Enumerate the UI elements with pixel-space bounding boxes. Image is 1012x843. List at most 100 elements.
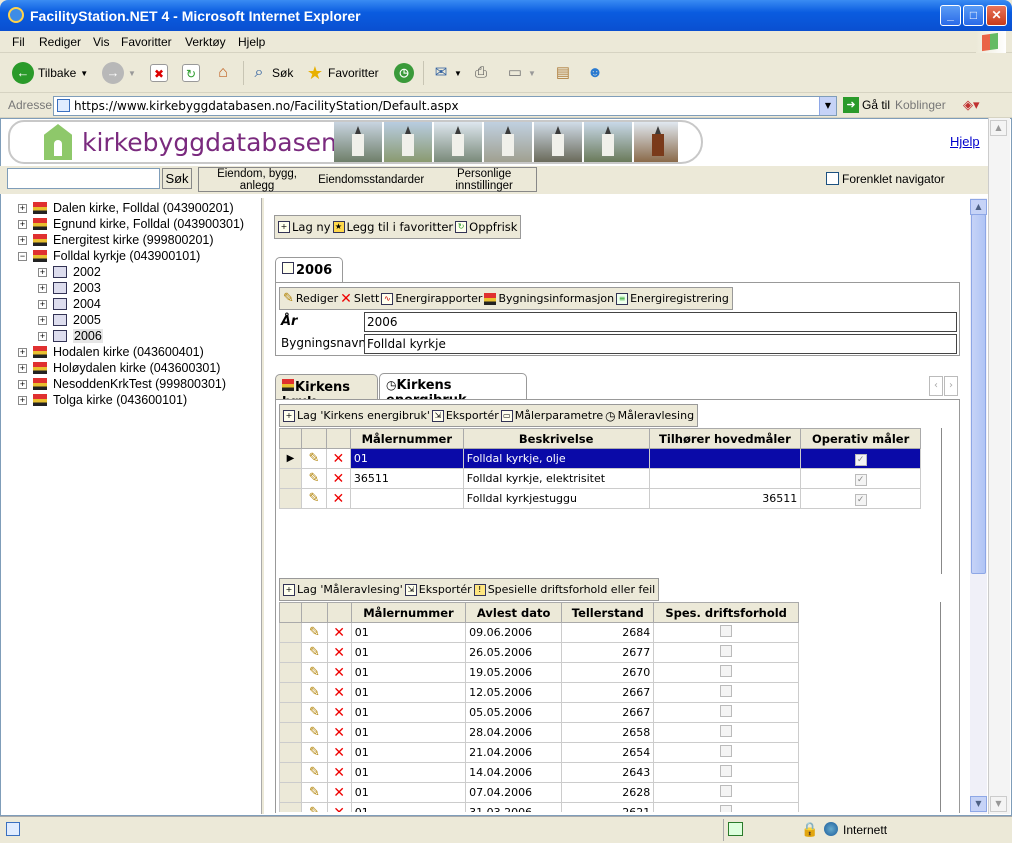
outer-scrollbar[interactable] [988,118,1010,814]
back-button[interactable]: ← Tilbake ▼ [12,61,88,85]
stop-button[interactable]: ✖ [150,61,168,85]
simplified-navigator-toggle[interactable]: Forenklet navigator [826,172,945,186]
tab-scroll-left[interactable]: ‹ [929,376,943,396]
expand-icon[interactable]: + [38,267,47,277]
special-conditions-button[interactable]: Spesielle driftsforhold eller feil [488,583,656,596]
energy-registration-button[interactable]: Energiregistrering [630,292,729,305]
delete-button[interactable]: Slett [354,292,379,305]
expand-icon[interactable]: + [18,395,27,405]
tree-item[interactable]: + Egnund kirke, Folldal (043900301) [18,216,244,232]
minimize-button[interactable]: _ [940,5,961,26]
edit-row-button[interactable]: ✎ [301,762,328,783]
delete-row-button[interactable]: ✕ [326,702,352,723]
table-row[interactable]: ✎ ✕ 01 09.06.2006 2684 [279,622,799,643]
new-energy-use-button[interactable]: Lag 'Kirkens energibruk' [297,409,430,422]
column-header[interactable]: Operativ måler [800,428,921,449]
favorites-button[interactable]: ★ Favoritter [306,61,379,85]
new-reading-button[interactable]: Lag 'Måleravlesing' [297,583,403,596]
tree-item[interactable]: + Holøydalen kirke (043600301) [18,360,220,376]
edit-row-button[interactable]: ✎ [301,642,328,663]
edit-row-button[interactable]: ✎ [301,782,328,803]
meter-parameters-button[interactable]: Målerparametre [515,409,603,422]
table-row[interactable]: ✎ ✕ 01 14.04.2006 2643 [279,762,799,783]
edit-row-button[interactable]: ✎ [300,488,327,509]
tree-year-item-selected[interactable]: +2006 [38,328,103,344]
expand-icon[interactable]: + [38,315,47,325]
expand-icon[interactable]: + [38,283,47,293]
delete-row-button[interactable]: ✕ [326,682,352,703]
delete-row-button[interactable]: ✕ [326,622,352,643]
tree-item[interactable]: + Hodalen kirke (043600401) [18,344,204,360]
outer-scroll-down[interactable]: ▼ [990,796,1007,812]
table-row[interactable]: ✎ ✕ Folldal kyrkjestuggu 36511 ✓ [279,488,921,509]
tree-year-item[interactable]: +2003 [38,280,101,296]
edit-row-button[interactable]: ✎ [301,802,328,812]
table-row-selected[interactable]: ▶ ✎ ✕ 01 Folldal kyrkje, olje ✓ [279,448,921,469]
simplified-navigator-checkbox[interactable] [826,172,839,185]
tab-year-record[interactable]: 2006 [275,257,343,283]
column-header[interactable]: Tilhører hovedmåler [648,428,802,449]
collapse-icon[interactable]: − [18,251,27,261]
building-info-button[interactable]: Bygningsinformasjon [498,292,614,305]
export-meters-button[interactable]: Eksportér [446,409,499,422]
table-row[interactable]: ✎ ✕ 0131.03.20062621 [279,802,799,812]
expand-icon[interactable]: + [38,331,47,341]
scrollbar-thumb[interactable] [971,214,986,574]
tree-item[interactable]: + Dalen kirke, Folldal (043900201) [18,200,234,216]
edit-row-button[interactable]: ✎ [301,742,328,763]
delete-row-button[interactable]: ✕ [326,782,352,803]
messenger-button[interactable]: ☻ [586,61,604,85]
delete-row-button[interactable]: ✕ [326,762,352,783]
close-button[interactable]: ✕ [986,5,1007,26]
tab-scroll-right[interactable]: › [944,376,958,396]
edit-button[interactable]: ▭ ▼ [506,61,536,85]
delete-row-button[interactable]: ✕ [326,722,352,743]
refresh-page-button[interactable]: Oppfrisk [469,220,517,234]
expand-icon[interactable]: + [38,299,47,309]
edit-row-button[interactable]: ✎ [300,448,327,469]
delete-row-button[interactable]: ✕ [325,448,351,469]
address-input[interactable]: https://www.kirkebyggdatabasen.no/Facili… [53,96,837,116]
table-row[interactable]: ✎ ✕ 01 12.05.2006 2667 [279,682,799,703]
delete-row-button[interactable]: ✕ [326,642,352,663]
edit-row-button[interactable]: ✎ [301,622,328,643]
lock-icon[interactable]: 🔒 [801,821,818,838]
maximize-button[interactable]: □ [963,5,984,26]
menu-file[interactable]: Fil [12,35,25,49]
search-button[interactable]: ⌕ Søk [250,61,294,85]
table-row[interactable]: ✎ ✕ 01 28.04.2006 2658 [279,722,799,743]
search-submit-button[interactable]: Søk [162,168,192,189]
print-button[interactable]: ⎙ [472,61,490,85]
tree-year-item[interactable]: +2005 [38,312,101,328]
export-readings-button[interactable]: Eksportér [419,583,472,596]
home-button[interactable]: ⌂ [214,61,232,85]
tab-church-energy[interactable]: ◷Kirkens energibruk [379,373,527,408]
table-row[interactable]: ✎ ✕ 01 21.04.2006 2654 [279,742,799,763]
tree-item[interactable]: + NesoddenKrkTest (999800301) [18,376,226,392]
toolbar-extension-icon[interactable]: ◈▾ [963,97,980,113]
table-row[interactable]: ✎ ✕ 01 26.05.2006 2677 [279,642,799,663]
new-button[interactable]: Lag ny [292,220,331,234]
edit-row-button[interactable]: ✎ [301,682,328,703]
links-label[interactable]: Koblinger [895,98,946,112]
table-row[interactable]: ✎ ✕ 01 07.04.2006 2628 [279,782,799,803]
go-button[interactable]: ➜ Gå til [843,97,890,113]
column-header[interactable]: Målernummer [349,428,464,449]
expand-icon[interactable]: + [18,347,27,357]
menu-help[interactable]: Hjelp [238,35,265,49]
refresh-button[interactable]: ↻ [182,61,200,85]
delete-row-button[interactable]: ✕ [325,468,351,489]
expand-icon[interactable]: + [18,203,27,213]
menu-edit[interactable]: Rediger [39,35,81,49]
search-input[interactable] [7,168,160,189]
delete-row-button[interactable]: ✕ [326,742,352,763]
table-row[interactable]: ✎ ✕ 01 05.05.2006 2667 [279,702,799,723]
edit-row-button[interactable]: ✎ [300,468,327,489]
mail-button[interactable]: ✉ ▼ [432,61,462,85]
tree-year-item[interactable]: +2002 [38,264,101,280]
menu-favorites[interactable]: Favoritter [121,35,172,49]
delete-row-button[interactable]: ✕ [326,802,352,812]
column-header[interactable]: Målernummer [350,602,467,623]
outer-scroll-up[interactable]: ▲ [990,120,1007,136]
history-button[interactable]: ◷ [394,61,414,85]
